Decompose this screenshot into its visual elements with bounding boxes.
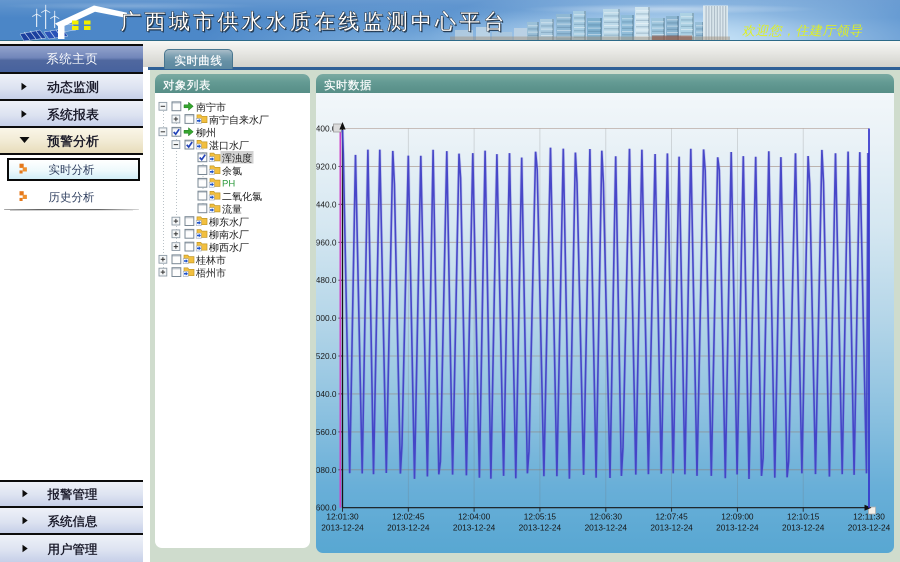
svg-text:3000.0: 3000.0 xyxy=(311,313,337,323)
svg-text:4440.0: 4440.0 xyxy=(311,199,337,209)
svg-text:12:05:15: 12:05:15 xyxy=(524,512,557,522)
svg-text:5400.0: 5400.0 xyxy=(311,124,337,134)
svg-text:2520.0: 2520.0 xyxy=(311,351,337,361)
svg-text:4920.0: 4920.0 xyxy=(311,161,337,171)
svg-text:12:07:45: 12:07:45 xyxy=(655,512,688,522)
svg-text:2013-12-24: 2013-12-24 xyxy=(321,523,364,533)
svg-text:1560.0: 1560.0 xyxy=(311,427,337,437)
svg-text:2013-12-24: 2013-12-24 xyxy=(387,523,430,533)
svg-text:2013-12-24: 2013-12-24 xyxy=(650,523,693,533)
svg-text:1080.0: 1080.0 xyxy=(311,465,337,475)
svg-text:2013-12-24: 2013-12-24 xyxy=(716,523,759,533)
svg-text:PH: PH xyxy=(222,179,235,190)
svg-text:12:10:15: 12:10:15 xyxy=(787,512,820,522)
svg-text:12:06:30: 12:06:30 xyxy=(590,512,623,522)
svg-text:2013-12-24: 2013-12-24 xyxy=(453,523,496,533)
svg-text:2013-12-24: 2013-12-24 xyxy=(585,523,628,533)
svg-text:2013-12-24: 2013-12-24 xyxy=(848,523,891,533)
svg-text:2013-12-24: 2013-12-24 xyxy=(782,523,825,533)
svg-text:3480.0: 3480.0 xyxy=(311,275,337,285)
svg-text:12:04:00: 12:04:00 xyxy=(458,512,491,522)
svg-text:2013-12-24: 2013-12-24 xyxy=(519,523,562,533)
svg-text:2040.0: 2040.0 xyxy=(311,389,337,399)
svg-text:12:01:30: 12:01:30 xyxy=(326,512,359,522)
svg-text:3960.0: 3960.0 xyxy=(311,237,337,247)
svg-text:12:09:00: 12:09:00 xyxy=(721,512,754,522)
svg-text:12:02:45: 12:02:45 xyxy=(392,512,425,522)
